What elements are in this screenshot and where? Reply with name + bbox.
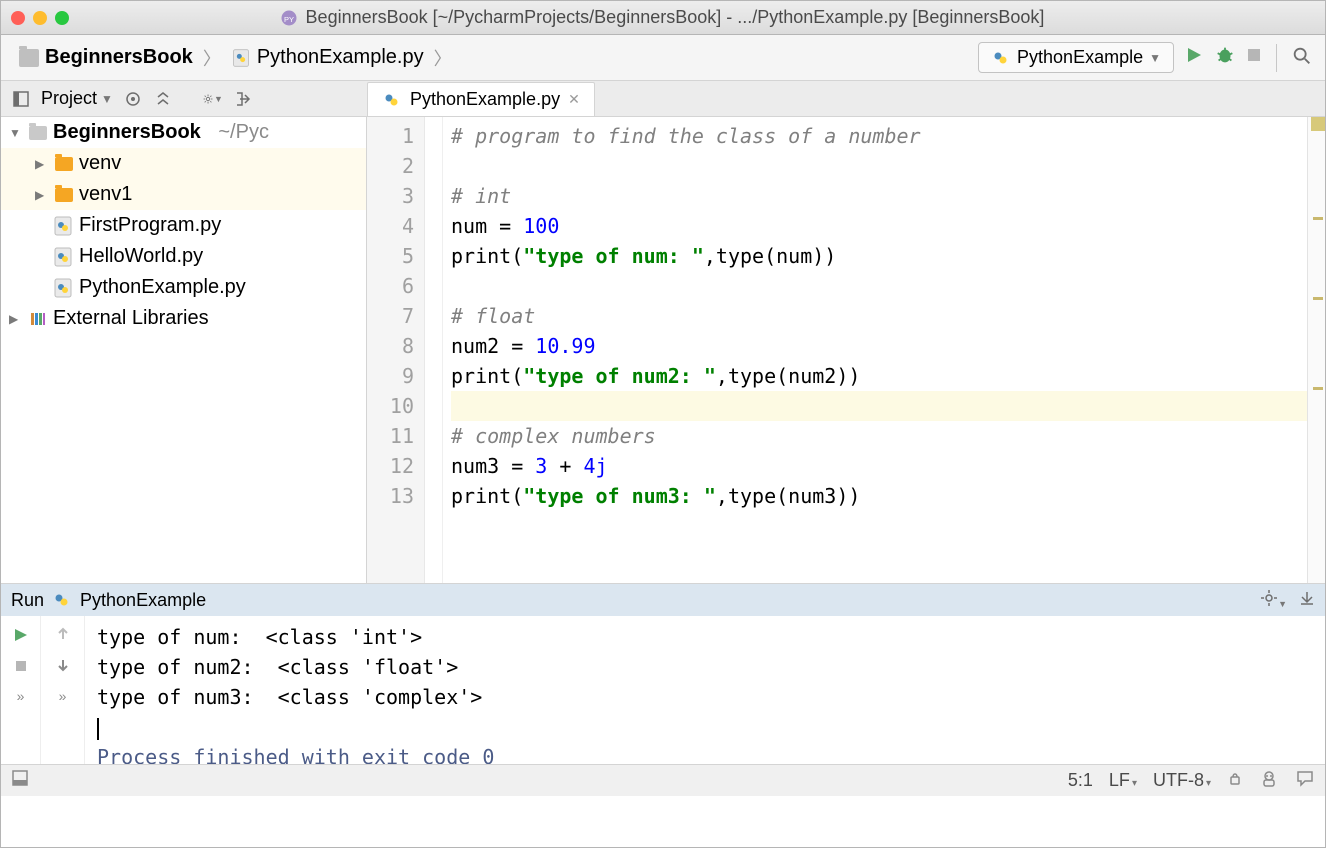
breadcrumb: BeginnersBook 〉 PythonExample.py 〉	[13, 45, 452, 71]
readonly-toggle-icon[interactable]	[1227, 770, 1243, 791]
python-file-icon	[53, 278, 73, 298]
breadcrumb-root[interactable]: BeginnersBook	[13, 46, 199, 69]
status-bar: 5:1 LF▾ UTF-8▾	[1, 764, 1325, 796]
window-title: BeginnersBook [~/PycharmProjects/Beginne…	[306, 7, 1045, 28]
fold-column[interactable]	[425, 117, 443, 583]
project-panel-icon[interactable]	[11, 89, 31, 109]
console-line: type of num2: <class 'float'>	[97, 655, 458, 679]
pycharm-icon: PY	[280, 9, 298, 27]
tree-external-libraries[interactable]: ▶ External Libraries	[1, 303, 366, 334]
run-tool-header[interactable]: Run PythonExample ▼	[1, 584, 1325, 616]
inspector-icon[interactable]	[1259, 768, 1279, 793]
run-tool-label: Run	[11, 590, 44, 611]
stop-button[interactable]	[1246, 47, 1262, 68]
project-tree[interactable]: ▼ BeginnersBook ~/Pyc ▶ venv ▶ venv1 Fir…	[1, 117, 367, 583]
folder-icon	[55, 157, 73, 171]
tree-file-firstprogram[interactable]: FirstProgram.py	[1, 210, 366, 241]
more-actions-button[interactable]: »	[59, 688, 67, 704]
tree-file-pythonexample[interactable]: PythonExample.py	[1, 272, 366, 303]
python-file-icon	[53, 216, 73, 236]
main-split: ▼ BeginnersBook ~/Pyc ▶ venv ▶ venv1 Fir…	[1, 117, 1325, 583]
encoding-selector[interactable]: UTF-8▾	[1153, 770, 1211, 791]
editor-tab-pythonexample[interactable]: PythonExample.py ✕	[367, 82, 595, 116]
feedback-icon[interactable]	[1295, 768, 1315, 793]
run-tool-window: Run PythonExample ▼ » » type of num: <cl…	[1, 583, 1325, 764]
project-view-selector[interactable]: Project▼	[41, 88, 113, 109]
chevron-right-icon: 〉	[203, 45, 221, 71]
rerun-button[interactable]	[12, 626, 30, 647]
run-button[interactable]	[1184, 45, 1204, 71]
chevron-down-icon: ▼	[101, 92, 113, 106]
run-config-selector[interactable]: PythonExample ▼	[978, 42, 1174, 73]
console-caret	[97, 718, 99, 740]
python-file-icon	[382, 90, 402, 110]
expand-arrow-icon[interactable]: ▶	[9, 312, 23, 326]
collapse-all-button[interactable]	[153, 89, 173, 109]
folder-icon	[19, 49, 39, 67]
python-file-icon	[231, 48, 251, 68]
caret-position[interactable]: 5:1	[1068, 770, 1093, 791]
scroll-up-button[interactable]	[55, 626, 71, 645]
stop-process-button[interactable]	[14, 659, 28, 676]
titlebar: PY BeginnersBook [~/PycharmProjects/Begi…	[1, 1, 1325, 35]
editor-gutter[interactable]: 12345678910111213	[367, 117, 425, 583]
tree-folder-venv[interactable]: ▶ venv	[1, 148, 366, 179]
run-toolbar-secondary: »	[41, 616, 85, 764]
console-output[interactable]: type of num: <class 'int'> type of num2:…	[85, 616, 1325, 764]
editor-area: PythonExample.py ✕ 12345678910111213 # p…	[367, 117, 1325, 583]
python-file-icon	[991, 48, 1011, 68]
window-controls	[11, 11, 69, 25]
hide-run-panel-button[interactable]	[1299, 590, 1315, 611]
separator	[1276, 44, 1277, 72]
tree-folder-venv1[interactable]: ▶ venv1	[1, 179, 366, 210]
editor-stripe[interactable]	[1307, 117, 1325, 583]
tool-window-buttons-toggle[interactable]	[11, 769, 29, 792]
folder-icon	[29, 126, 47, 140]
python-file-icon	[52, 590, 72, 610]
svg-text:PY: PY	[284, 14, 294, 23]
folder-icon	[55, 188, 73, 202]
console-line: type of num: <class 'int'>	[97, 625, 422, 649]
code-editor[interactable]: 12345678910111213 # program to find the …	[367, 117, 1325, 583]
more-actions-button[interactable]: »	[17, 688, 25, 704]
python-file-icon	[53, 247, 73, 267]
expand-arrow-icon[interactable]: ▶	[35, 188, 49, 202]
console-exit-line: Process finished with exit code 0	[97, 745, 494, 764]
close-window-button[interactable]	[11, 11, 25, 25]
line-ending-selector[interactable]: LF▾	[1109, 770, 1137, 791]
zoom-window-button[interactable]	[55, 11, 69, 25]
close-tab-button[interactable]: ✕	[568, 91, 580, 108]
debug-button[interactable]	[1214, 44, 1236, 72]
hide-panel-button[interactable]	[233, 89, 253, 109]
run-settings-button[interactable]: ▼	[1260, 589, 1287, 612]
search-everywhere-button[interactable]	[1291, 45, 1313, 70]
scroll-down-button[interactable]	[55, 657, 71, 676]
nav-bar: BeginnersBook 〉 PythonExample.py 〉 Pytho…	[1, 35, 1325, 81]
breadcrumb-file[interactable]: PythonExample.py	[225, 46, 430, 69]
settings-gear-button[interactable]: ▼	[203, 89, 223, 109]
expand-arrow-icon[interactable]: ▶	[35, 157, 49, 171]
library-icon	[29, 310, 47, 328]
chevron-right-icon: 〉	[434, 45, 452, 71]
console-line: type of num3: <class 'complex'>	[97, 685, 482, 709]
minimize-window-button[interactable]	[33, 11, 47, 25]
run-config-name: PythonExample	[80, 590, 206, 611]
code-content[interactable]: # program to find the class of a number …	[443, 117, 1307, 583]
tree-file-helloworld[interactable]: HelloWorld.py	[1, 241, 366, 272]
scroll-from-source-button[interactable]	[123, 89, 143, 109]
editor-tabs: PythonExample.py ✕	[367, 81, 1325, 117]
run-toolbar-primary: »	[1, 616, 41, 764]
expand-arrow-icon[interactable]: ▼	[9, 126, 23, 140]
tree-root[interactable]: ▼ BeginnersBook ~/Pyc	[1, 117, 366, 148]
chevron-down-icon: ▼	[1149, 51, 1161, 65]
